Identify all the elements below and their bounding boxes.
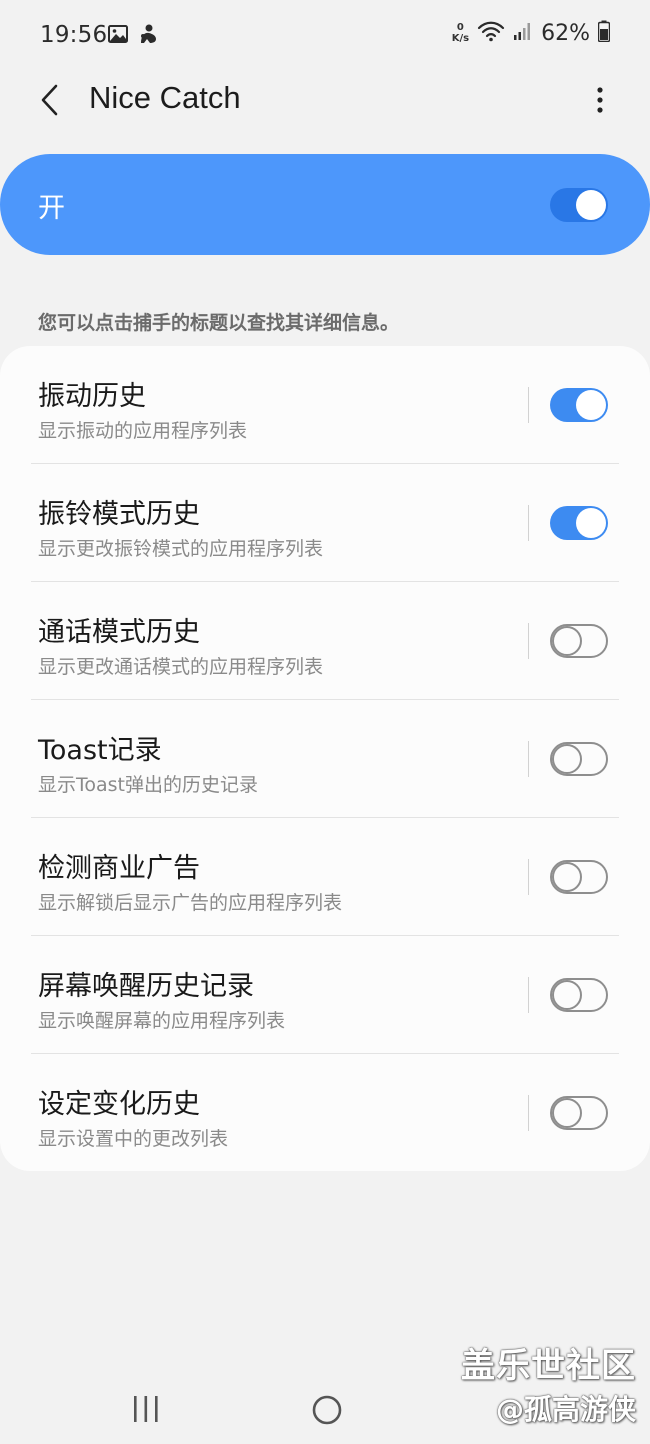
setting-title[interactable]: Toast记录 <box>38 728 162 767</box>
setting-row[interactable]: Toast记录显示Toast弹出的历史记录 <box>0 700 650 818</box>
settings-list: 振动历史显示振动的应用程序列表振铃模式历史显示更改振铃模式的应用程序列表通话模式… <box>0 346 650 1171</box>
vertical-divider <box>528 1095 529 1131</box>
info-text: 您可以点击捕手的标题以查找其详细信息。 <box>38 312 400 334</box>
status-right: 0 K/s 62% <box>452 20 611 46</box>
setting-row[interactable]: 振动历史显示振动的应用程序列表 <box>0 346 650 464</box>
app-header: Nice Catch <box>0 72 650 128</box>
setting-toggle[interactable] <box>550 742 608 776</box>
setting-toggle[interactable] <box>550 624 608 658</box>
setting-title[interactable]: 振铃模式历史 <box>38 492 200 531</box>
navigation-bar <box>0 1372 650 1444</box>
signal-icon <box>513 21 533 45</box>
setting-subtitle: 显示Toast弹出的历史记录 <box>38 774 258 796</box>
gallery-notification-icon <box>108 24 128 48</box>
master-switch-bar[interactable]: 开 <box>0 154 650 255</box>
vertical-divider <box>528 505 529 541</box>
setting-subtitle: 显示更改通话模式的应用程序列表 <box>38 656 324 678</box>
setting-subtitle: 显示更改振铃模式的应用程序列表 <box>38 538 324 560</box>
setting-row[interactable]: 设定变化历史显示设置中的更改列表 <box>0 1054 650 1172</box>
setting-toggle[interactable] <box>550 388 608 422</box>
toggle-knob <box>552 626 582 656</box>
setting-row[interactable]: 检测商业广告显示解锁后显示广告的应用程序列表 <box>0 818 650 936</box>
back-button[interactable] <box>28 78 72 122</box>
setting-title[interactable]: 振动历史 <box>38 374 146 413</box>
setting-subtitle: 显示解锁后显示广告的应用程序列表 <box>38 892 343 914</box>
setting-title[interactable]: 屏幕唤醒历史记录 <box>38 964 254 1003</box>
master-switch-label: 开 <box>38 193 65 224</box>
setting-title[interactable]: 通话模式历史 <box>38 610 200 649</box>
master-toggle[interactable] <box>550 188 608 222</box>
vertical-divider <box>528 623 529 659</box>
app-notification-icon <box>138 23 158 49</box>
setting-row[interactable]: 振铃模式历史显示更改振铃模式的应用程序列表 <box>0 464 650 582</box>
setting-toggle[interactable] <box>550 1096 608 1130</box>
recents-button[interactable] <box>126 1392 166 1426</box>
more-vertical-icon <box>597 87 603 113</box>
setting-subtitle: 显示设置中的更改列表 <box>38 1128 229 1150</box>
setting-toggle[interactable] <box>550 506 608 540</box>
setting-title[interactable]: 设定变化历史 <box>38 1082 200 1121</box>
vertical-divider <box>528 859 529 895</box>
recents-icon <box>134 1396 158 1422</box>
net-speed-unit: K/s <box>451 33 470 44</box>
setting-toggle[interactable] <box>550 860 608 894</box>
battery-icon <box>597 20 611 46</box>
more-options-button[interactable] <box>578 78 622 122</box>
setting-subtitle: 显示振动的应用程序列表 <box>38 420 248 442</box>
status-time: 19:56 <box>40 22 108 48</box>
setting-title[interactable]: 检测商业广告 <box>38 846 200 885</box>
vertical-divider <box>528 387 529 423</box>
toggle-knob <box>552 980 582 1010</box>
setting-toggle[interactable] <box>550 978 608 1012</box>
battery-percent: 62% <box>541 20 590 46</box>
setting-subtitle: 显示唤醒屏幕的应用程序列表 <box>38 1010 286 1032</box>
status-bar: 19:56 0 K/s 62% <box>0 0 650 72</box>
toggle-knob <box>552 744 582 774</box>
setting-row[interactable]: 屏幕唤醒历史记录显示唤醒屏幕的应用程序列表 <box>0 936 650 1054</box>
toggle-knob <box>576 390 606 420</box>
notification-icons <box>108 23 158 49</box>
toggle-knob <box>552 862 582 892</box>
page-title: Nice Catch <box>89 80 241 115</box>
toggle-knob <box>576 508 606 538</box>
toggle-knob <box>576 190 606 220</box>
toggle-knob <box>552 1098 582 1128</box>
vertical-divider <box>528 977 529 1013</box>
home-button[interactable] <box>309 1392 345 1428</box>
setting-row[interactable]: 通话模式历史显示更改通话模式的应用程序列表 <box>0 582 650 700</box>
net-speed-value: 0 <box>456 22 464 33</box>
home-icon <box>312 1395 342 1425</box>
chevron-left-icon <box>41 84 58 116</box>
network-speed: 0 K/s <box>452 22 469 44</box>
wifi-icon <box>477 20 505 46</box>
vertical-divider <box>528 741 529 777</box>
